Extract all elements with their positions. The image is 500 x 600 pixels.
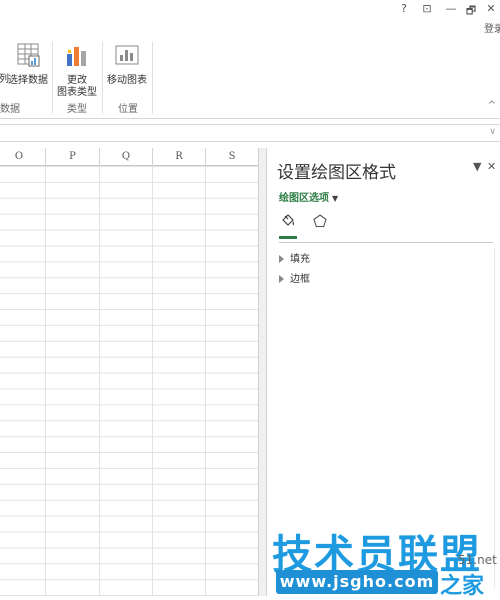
watermark-suffix: 之家: [440, 574, 485, 599]
close-button[interactable]: ✕: [482, 2, 500, 15]
expand-triangle-icon: [279, 255, 284, 263]
chevron-down-icon: ▼: [332, 194, 339, 203]
column-header-s[interactable]: S: [206, 148, 259, 166]
plot-area-options-dropdown[interactable]: 绘图区选项 ▼: [279, 189, 338, 204]
fill-section-label: 填充: [290, 254, 310, 265]
location-group-label: 位置: [118, 104, 138, 115]
minimize-button[interactable]: —: [442, 2, 460, 15]
watermark-domain: 51.net: [458, 553, 497, 567]
column-header-q[interactable]: Q: [100, 148, 153, 166]
expand-triangle-icon: [279, 275, 284, 283]
pane-title: 设置绘图区格式: [277, 163, 396, 183]
active-tab-indicator: [279, 236, 297, 239]
sign-in-link[interactable]: 登录: [484, 20, 500, 35]
group-separator: [52, 42, 53, 114]
expand-formula-bar-icon[interactable]: ∨: [489, 127, 496, 137]
formula-bar[interactable]: ∨: [0, 124, 500, 142]
select-data-button[interactable]: 选择数据: [6, 42, 50, 87]
change-chart-type-label-2: 图表类型: [57, 87, 97, 98]
pane-options-dropdown-icon[interactable]: ▼: [473, 160, 481, 173]
column-header-p[interactable]: P: [46, 148, 100, 166]
change-chart-type-button[interactable]: 更改 图表类型: [56, 42, 98, 99]
select-data-label: 选择数据: [8, 75, 48, 86]
group-separator: [152, 42, 153, 114]
move-chart-label: 移动图表: [107, 75, 147, 86]
group-separator: [102, 42, 103, 114]
border-section-header[interactable]: 边框: [279, 270, 310, 285]
move-chart-icon: [115, 45, 139, 65]
move-chart-button[interactable]: 移动图表: [104, 42, 150, 87]
pane-close-icon[interactable]: ✕: [487, 160, 496, 173]
worksheet-grid[interactable]: O P Q R S: [0, 148, 264, 596]
watermark-url: www.jsgho.com: [276, 570, 438, 594]
collapse-ribbon-icon[interactable]: ^: [488, 100, 496, 111]
effects-tab-icon[interactable]: [311, 212, 329, 230]
change-chart-type-icon: [67, 47, 86, 66]
change-chart-type-label-1: 更改: [67, 75, 87, 86]
title-bar: ? ⊡ — 🗗 ✕ 登录: [0, 0, 500, 36]
plot-area-options-label: 绘图区选项: [279, 193, 329, 204]
fill-line-tab-icon[interactable]: [279, 212, 297, 230]
type-group-label: 类型: [67, 104, 87, 115]
data-group-label: 数据: [0, 104, 20, 115]
select-data-icon: [17, 43, 40, 67]
ribbon-display-options-icon[interactable]: ⊡: [418, 2, 436, 15]
tab-divider: [279, 242, 493, 243]
pane-scrollbar[interactable]: [494, 248, 495, 588]
cell-area[interactable]: [0, 166, 264, 596]
fill-section-header[interactable]: 填充: [279, 250, 310, 265]
border-section-label: 边框: [290, 274, 310, 285]
column-header-o[interactable]: O: [0, 148, 46, 166]
column-header-r[interactable]: R: [153, 148, 206, 166]
help-icon[interactable]: ?: [395, 2, 413, 15]
restore-button[interactable]: 🗗: [462, 2, 480, 21]
ribbon: 列 选择数据 数据 更改 图表类型 类型 移动图表 位置 ^: [0, 36, 500, 119]
